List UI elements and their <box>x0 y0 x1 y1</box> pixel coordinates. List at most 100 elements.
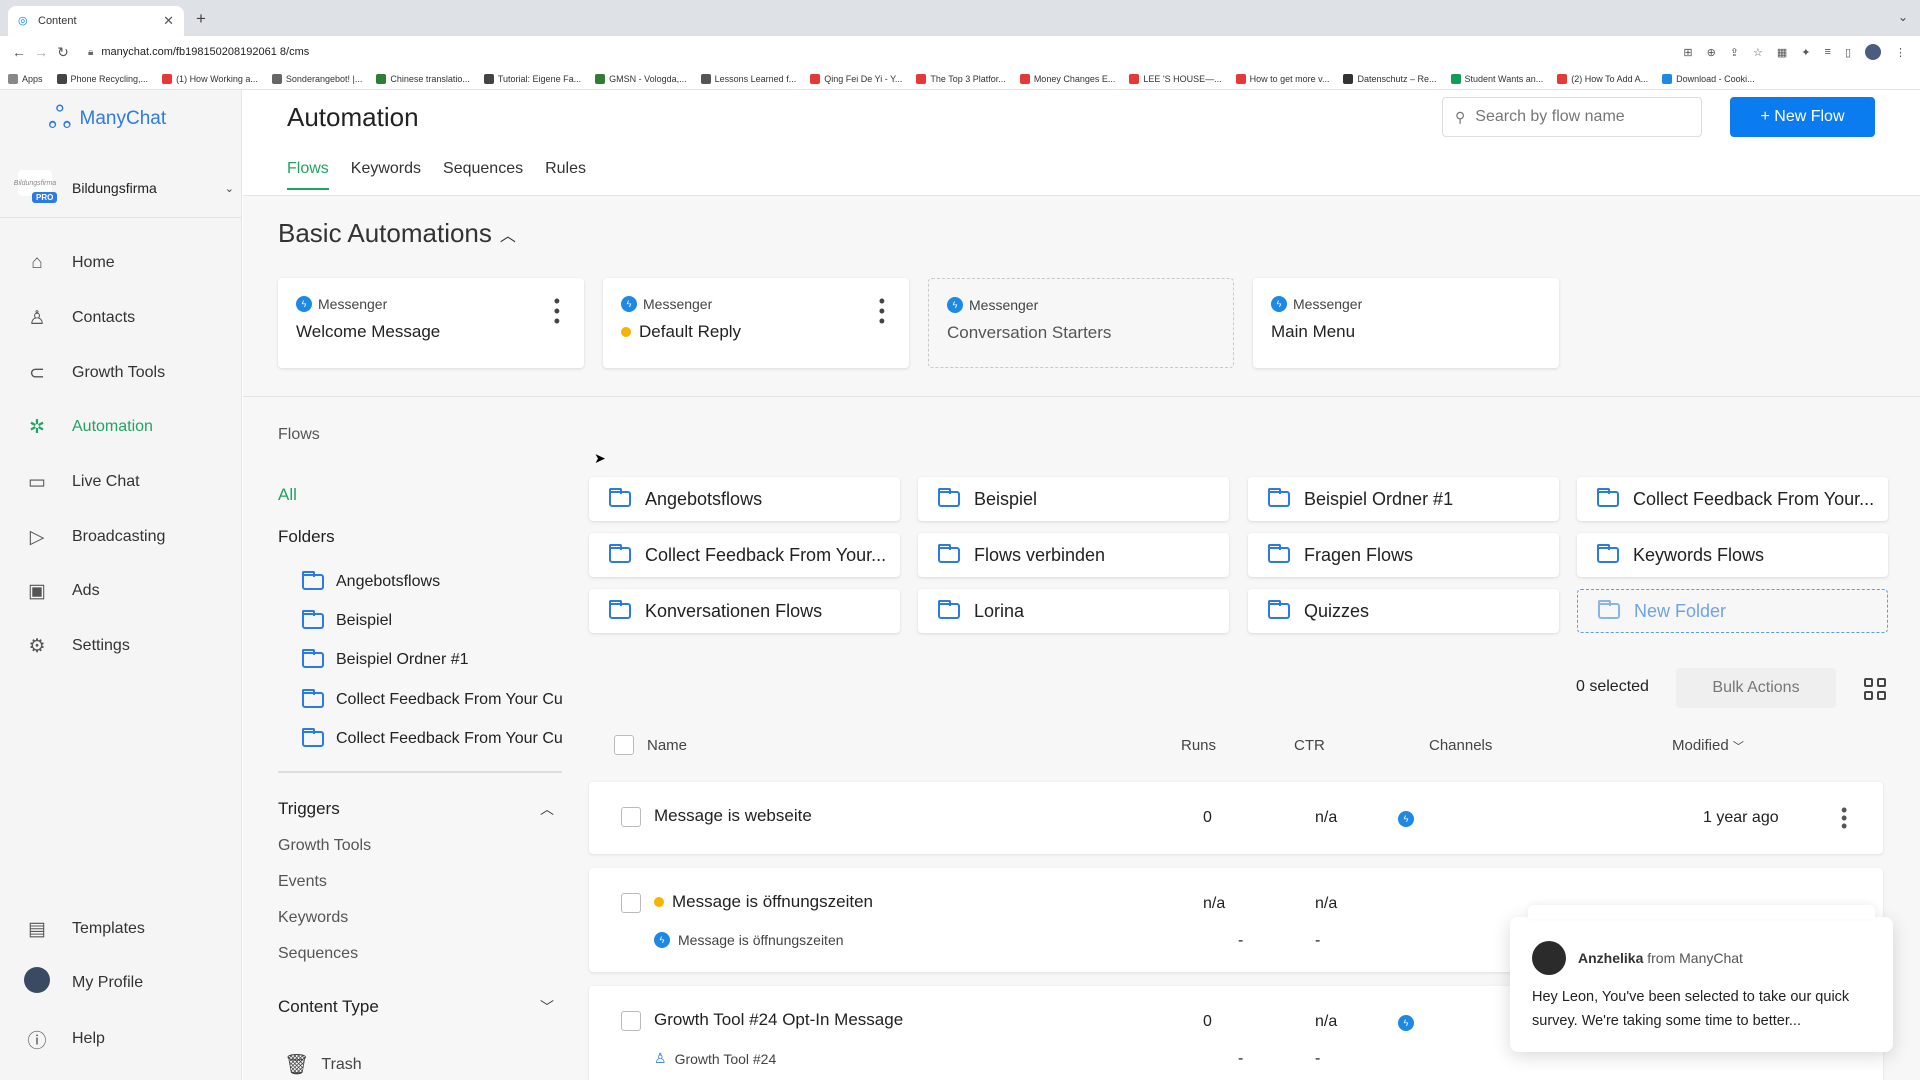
filter-all[interactable]: All <box>278 485 297 505</box>
trigger-filter-growth-tools[interactable]: Growth Tools <box>278 837 371 855</box>
column-header-modified[interactable]: Modified ﹀ <box>1672 737 1744 754</box>
folder-card[interactable]: Collect Feedback From Your... <box>1577 477 1888 521</box>
trigger-filter-events[interactable]: Events <box>278 873 327 891</box>
sidebar-item-home[interactable]: ⌂ Home <box>24 248 114 278</box>
left-folder-item[interactable]: Beispiel <box>302 609 562 633</box>
basic-automations-toggle[interactable]: Basic Automations ︿ <box>278 218 516 249</box>
sidebar-item-my-profile[interactable]: My Profile <box>24 967 143 998</box>
bookmark-item[interactable]: The Top 3 Platfor... <box>916 73 1006 84</box>
row-more-options-icon[interactable]: • • • <box>1841 801 1847 835</box>
bookmark-item[interactable]: Qing Fei De Yi - Y... <box>810 73 902 84</box>
folder-card[interactable]: Angebotsflows <box>589 477 900 521</box>
translate-icon[interactable]: ⊞ <box>1683 46 1692 59</box>
bookmark-item[interactable]: Sonderangebot! |... <box>271 73 362 84</box>
grid-view-icon[interactable] <box>1864 678 1886 700</box>
column-header-runs[interactable]: Runs <box>1181 737 1216 754</box>
bookmark-item[interactable]: Chinese translatio... <box>376 73 470 84</box>
row-checkbox[interactable] <box>621 1011 641 1036</box>
table-row[interactable]: Message is webseite 0 n/a ϟ 1 year ago •… <box>589 782 1883 854</box>
share-icon[interactable]: ⇪ <box>1730 46 1739 59</box>
bookmark-item[interactable]: Tutorial: Eigene Fa... <box>483 73 581 84</box>
new-flow-button[interactable]: + New Flow <box>1730 97 1875 137</box>
bookmark-item[interactable]: Datenschutz – Re... <box>1343 73 1437 84</box>
folder-card[interactable]: Collect Feedback From Your... <box>589 533 900 577</box>
row-checkbox[interactable] <box>621 893 641 918</box>
puzzle-icon[interactable]: ✦ <box>1801 46 1810 59</box>
bookmark-item[interactable]: (1) How Working a... <box>162 73 258 84</box>
more-options-icon[interactable]: • • • <box>879 292 885 330</box>
row-name[interactable]: Message is webseite <box>654 806 812 826</box>
select-all-checkbox[interactable] <box>614 735 634 759</box>
more-options-icon[interactable]: • • • <box>554 292 560 330</box>
bookmark-item[interactable]: (2) How To Add A... <box>1557 73 1648 84</box>
zoom-icon[interactable]: ⊕ <box>1707 46 1716 59</box>
bulk-actions-button[interactable]: Bulk Actions <box>1676 668 1836 708</box>
sidebar-item-templates[interactable]: ▤ Templates <box>24 914 145 944</box>
search-box[interactable]: ⚲ <box>1442 97 1702 137</box>
sidepanel-icon[interactable]: ▯ <box>1845 46 1851 59</box>
row-name[interactable]: Message is öffnungszeiten <box>654 892 873 912</box>
browser-menu-icon[interactable]: ⋮ <box>1895 46 1906 59</box>
sidebar-item-growth-tools[interactable]: ⊂ Growth Tools <box>24 358 165 388</box>
bookmark-item[interactable]: Apps <box>8 73 43 84</box>
triggers-toggle[interactable]: Triggers ︿ <box>278 799 562 819</box>
folder-card[interactable]: Lorina <box>918 589 1229 633</box>
tab-flows[interactable]: Flows <box>287 160 329 190</box>
new-folder-button[interactable]: New Folder <box>1577 589 1888 633</box>
card-main-menu[interactable]: ϟ Messenger Main Menu <box>1253 278 1559 368</box>
new-tab-icon[interactable]: + <box>196 9 206 29</box>
bookmark-item[interactable]: Download - Cooki... <box>1662 73 1755 84</box>
bookmark-item[interactable]: Money Changes E... <box>1019 73 1115 84</box>
folder-card[interactable]: Quizzes <box>1248 589 1559 633</box>
browser-tab[interactable]: ◎ Content ✕ <box>8 6 184 36</box>
folder-card[interactable]: Beispiel Ordner #1 <box>1248 477 1559 521</box>
manychat-logo[interactable]: ஃ ManyChat <box>48 104 166 134</box>
bookmark-item[interactable]: Phone Recycling,... <box>56 73 148 84</box>
folder-card[interactable]: Flows verbinden <box>918 533 1229 577</box>
row-checkbox[interactable] <box>621 807 641 832</box>
trigger-filter-keywords[interactable]: Keywords <box>278 909 348 927</box>
trash-link[interactable]: 🗑︎ Trash <box>284 1052 362 1077</box>
bookmark-item[interactable]: LEE 'S HOUSE—... <box>1129 73 1222 84</box>
back-icon[interactable]: ← <box>8 44 30 60</box>
column-header-name[interactable]: Name <box>647 737 687 754</box>
content-type-toggle[interactable]: Content Type ﹀ <box>278 997 562 1017</box>
folder-card[interactable]: Beispiel <box>918 477 1229 521</box>
folder-card[interactable]: Fragen Flows <box>1248 533 1559 577</box>
folder-card[interactable]: Konversationen Flows <box>589 589 900 633</box>
tab-sequences[interactable]: Sequences <box>443 160 523 190</box>
bookmark-item[interactable]: GMSN - Vologda,... <box>595 73 687 84</box>
trigger-filter-sequences[interactable]: Sequences <box>278 945 358 963</box>
bookmark-item[interactable]: How to get more v... <box>1235 73 1329 84</box>
bookmark-item[interactable]: Lessons Learned f... <box>700 73 796 84</box>
bookmark-item[interactable]: Student Wants an... <box>1450 73 1543 84</box>
extension-icon[interactable]: ▦ <box>1777 46 1787 59</box>
close-tab-icon[interactable]: ✕ <box>163 13 174 29</box>
left-folder-item[interactable]: Collect Feedback From Your Cu <box>302 727 562 751</box>
browser-profile-avatar[interactable] <box>1865 44 1881 60</box>
card-conversation-starters[interactable]: ϟ Messenger Conversation Starters <box>928 278 1234 368</box>
left-folder-item[interactable]: Collect Feedback From Your Cu <box>302 688 562 712</box>
sidebar-item-contacts[interactable]: ♙ Contacts <box>24 303 135 333</box>
forward-icon[interactable]: → <box>30 44 52 60</box>
tab-rules[interactable]: Rules <box>545 160 586 190</box>
sidebar-item-automation[interactable]: ✲ Automation <box>24 412 153 442</box>
row-name[interactable]: Growth Tool #24 Opt-In Message <box>654 1010 903 1030</box>
left-folder-item[interactable]: Angebotsflows <box>302 570 562 594</box>
bookmark-star-icon[interactable]: ☆ <box>1753 46 1763 59</box>
sidebar-item-broadcasting[interactable]: ▷ Broadcasting <box>24 522 166 552</box>
reload-icon[interactable]: ↻ <box>52 44 74 61</box>
left-folder-item[interactable]: Beispiel Ordner #1 <box>302 648 562 672</box>
account-switcher[interactable]: Bildungsfirma PRO Bildungsfirma ⌄ <box>14 166 234 210</box>
search-input[interactable] <box>1475 108 1689 126</box>
card-default-reply[interactable]: ϟ Messenger Default Reply • • • <box>603 278 909 368</box>
column-header-ctr[interactable]: CTR <box>1294 737 1325 754</box>
card-welcome-message[interactable]: ϟ Messenger Welcome Message • • • <box>278 278 584 368</box>
folder-card[interactable]: Keywords Flows <box>1577 533 1888 577</box>
sidebar-item-help[interactable]: ⓘ Help <box>24 1024 104 1054</box>
chat-popup[interactable]: Anzhelika from ManyChat Hey Leon, You've… <box>1510 905 1893 1052</box>
tab-search-chevron-icon[interactable]: ⌄ <box>1898 10 1908 24</box>
tab-keywords[interactable]: Keywords <box>351 160 421 190</box>
sidebar-item-live-chat[interactable]: ▭ Live Chat <box>24 467 140 497</box>
reading-list-icon[interactable]: ≡ <box>1825 46 1831 58</box>
